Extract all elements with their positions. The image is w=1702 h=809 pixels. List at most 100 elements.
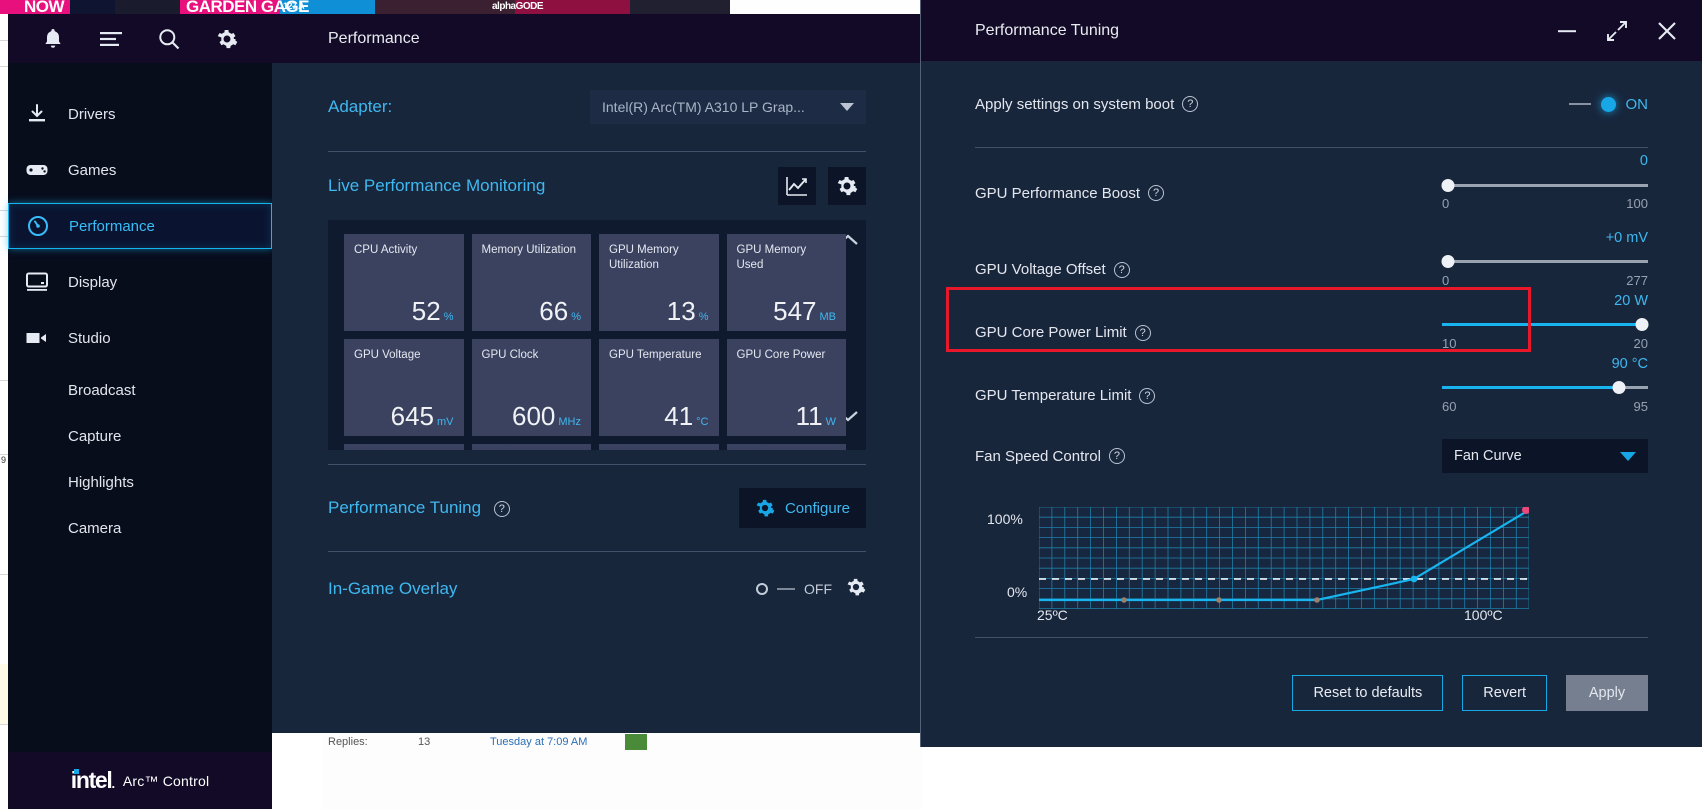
background-bottom-timestamp: Tuesday at 7:09 AM bbox=[490, 736, 588, 748]
metric-tile[interactable]: GPU Memory Used 547 MB bbox=[726, 234, 846, 331]
search-icon[interactable] bbox=[152, 22, 186, 56]
sidebar-item-display[interactable]: Display bbox=[8, 259, 272, 305]
metric-tile-value: 52 bbox=[411, 296, 441, 326]
metric-tile[interactable]: VRAM Effective Frequency bbox=[599, 444, 719, 450]
background-banner-strip bbox=[0, 0, 730, 14]
fan-speed-control-dropdown[interactable]: Fan Curve bbox=[1442, 439, 1648, 473]
help-icon[interactable]: ? bbox=[1182, 96, 1199, 112]
help-icon[interactable]: ? bbox=[1148, 185, 1165, 201]
expand-button[interactable] bbox=[1604, 18, 1630, 44]
fan-curve-plot[interactable] bbox=[1039, 507, 1529, 609]
gpu-core-power-limit-slider[interactable]: 20 W 10 20 bbox=[1442, 293, 1649, 351]
metric-tile-value: 547 bbox=[773, 296, 817, 326]
metric-tile[interactable]: GPU Clock 600 MHz bbox=[471, 339, 591, 436]
sidebar-sub-label: Broadcast bbox=[68, 382, 136, 399]
sidebar-item-camera[interactable]: Camera bbox=[8, 509, 272, 548]
bell-icon[interactable] bbox=[36, 22, 70, 56]
metric-tile[interactable]: VRAM Clock bbox=[471, 444, 591, 450]
gear-icon[interactable] bbox=[210, 22, 244, 56]
metric-tile[interactable]: VRAM Temperature bbox=[726, 444, 846, 450]
monitor-icon bbox=[26, 271, 48, 293]
metric-tile-label: CPU Activity bbox=[354, 244, 418, 256]
slider-knob[interactable] bbox=[1612, 381, 1626, 394]
metric-tile[interactable]: Memory Utilization 66% bbox=[471, 234, 591, 331]
metric-tile[interactable]: GPU Activity bbox=[344, 444, 464, 450]
help-icon[interactable]: ? bbox=[493, 500, 510, 517]
slider-value: 20 W bbox=[1614, 292, 1648, 309]
gpu-voltage-offset-label: GPU Voltage Offset bbox=[975, 261, 1106, 278]
adapter-select[interactable]: Intel(R) Arc(TM) A310 LP Grap... bbox=[590, 90, 866, 124]
slider-rail[interactable] bbox=[1441, 254, 1648, 270]
banner-cell bbox=[115, 0, 180, 14]
in-game-overlay-row: In-Game Overlay OFF bbox=[328, 552, 866, 626]
help-icon[interactable]: ? bbox=[1108, 448, 1125, 464]
sidebar-item-capture[interactable]: Capture bbox=[8, 417, 272, 456]
help-icon[interactable]: ? bbox=[1113, 261, 1130, 278]
adapter-label: Adapter: bbox=[328, 97, 393, 116]
metric-tile[interactable]: CPU Activity 52% bbox=[344, 234, 464, 331]
overlay-settings-button[interactable] bbox=[846, 577, 866, 602]
sidebar-nav: Drivers Games Performance Display Studio bbox=[8, 63, 272, 548]
monitoring-settings-button[interactable] bbox=[828, 167, 866, 205]
sidebar-item-drivers[interactable]: Drivers bbox=[8, 91, 272, 137]
slider-rail[interactable] bbox=[1442, 380, 1648, 396]
divider bbox=[975, 637, 1648, 638]
graph-view-button[interactable] bbox=[778, 167, 816, 205]
metric-tile-value-group: 52% bbox=[412, 296, 454, 327]
metric-tiles-container: CPU Activity 52% Memory Utilization 66% … bbox=[328, 220, 866, 450]
revert-button[interactable]: Revert bbox=[1462, 675, 1547, 711]
metric-tile-value: 645 bbox=[390, 401, 434, 431]
sidebar-item-performance[interactable]: Performance bbox=[8, 203, 272, 249]
metric-tile[interactable]: GPU Voltage 645 mV bbox=[344, 339, 464, 436]
reset-to-defaults-button[interactable]: Reset to defaults bbox=[1292, 675, 1444, 711]
gear-icon bbox=[847, 578, 866, 595]
live-monitoring-title: Live Performance Monitoring bbox=[328, 176, 546, 195]
slider-fill bbox=[1442, 323, 1642, 326]
slider-min: 0 bbox=[1442, 272, 1450, 288]
metric-tile[interactable]: GPU Core Power 11 W bbox=[726, 339, 846, 436]
sidebar-item-studio[interactable]: Studio bbox=[8, 315, 272, 361]
apply-on-boot-toggle[interactable]: ON bbox=[1568, 96, 1648, 113]
metric-tile-label: GPU Core Power bbox=[736, 349, 826, 361]
sidebar-sub-label: Capture bbox=[68, 428, 122, 445]
slider-rail[interactable] bbox=[1442, 317, 1649, 333]
chart-control-point bbox=[1121, 597, 1127, 603]
slider-knob[interactable] bbox=[1441, 178, 1455, 192]
metric-tile[interactable]: GPU Memory Utilization 13% bbox=[599, 234, 719, 331]
dialog-body: Apply settings on system boot ? ON GPU P… bbox=[921, 61, 1702, 629]
fan-curve-chart[interactable]: 100% 0% 25ºC 100ºC bbox=[975, 499, 1648, 629]
sidebar-item-highlights[interactable]: Highlights bbox=[8, 463, 272, 502]
gpu-temperature-limit-slider[interactable]: 90 °C 60 95 bbox=[1442, 356, 1648, 414]
metric-tile-label: GPU Voltage bbox=[354, 349, 421, 361]
close-button[interactable] bbox=[1654, 18, 1680, 44]
metric-tile-label: GPU Memory Used bbox=[736, 244, 807, 271]
gpu-voltage-offset-label-group: GPU Voltage Offset ? bbox=[975, 261, 1130, 278]
toggle-knob bbox=[1600, 96, 1616, 112]
expand-icon bbox=[1607, 20, 1627, 41]
gpu-temperature-limit-row: GPU Temperature Limit ? 90 °C 60 95 bbox=[975, 356, 1648, 427]
gpu-performance-boost-slider[interactable]: 0 0 100 bbox=[1441, 153, 1648, 211]
slider-rail[interactable] bbox=[1441, 177, 1648, 193]
slider-knob[interactable] bbox=[1441, 255, 1455, 268]
metric-tile-unit: MB bbox=[819, 311, 837, 323]
slider-max: 277 bbox=[1626, 272, 1648, 288]
minimize-button[interactable] bbox=[1554, 18, 1580, 44]
speedometer-icon bbox=[27, 215, 49, 237]
slider-value: +0 mV bbox=[1605, 229, 1648, 246]
menu-icon[interactable] bbox=[94, 22, 128, 56]
performance-tuning-title: Performance Tuning bbox=[328, 498, 482, 517]
configure-button[interactable]: Configure bbox=[738, 488, 866, 528]
help-icon[interactable]: ? bbox=[1139, 387, 1156, 404]
metric-tile-unit: mV bbox=[437, 416, 454, 428]
sidebar: Drivers Games Performance Display Studio bbox=[8, 14, 272, 809]
in-game-overlay-toggle[interactable]: OFF bbox=[756, 581, 832, 597]
metric-tile[interactable]: GPU Temperature 41 °C bbox=[599, 339, 719, 436]
gpu-core-power-limit-label-group: GPU Core Power Limit ? bbox=[975, 324, 1151, 341]
help-icon[interactable]: ? bbox=[1134, 324, 1151, 341]
gpu-voltage-offset-slider[interactable]: +0 mV 0 277 bbox=[1441, 230, 1648, 288]
metric-tile-value: 41 bbox=[664, 401, 694, 431]
gear-icon bbox=[837, 177, 858, 196]
sidebar-item-games[interactable]: Games bbox=[8, 147, 272, 193]
sidebar-item-broadcast[interactable]: Broadcast bbox=[8, 371, 272, 410]
slider-knob[interactable] bbox=[1635, 318, 1649, 331]
